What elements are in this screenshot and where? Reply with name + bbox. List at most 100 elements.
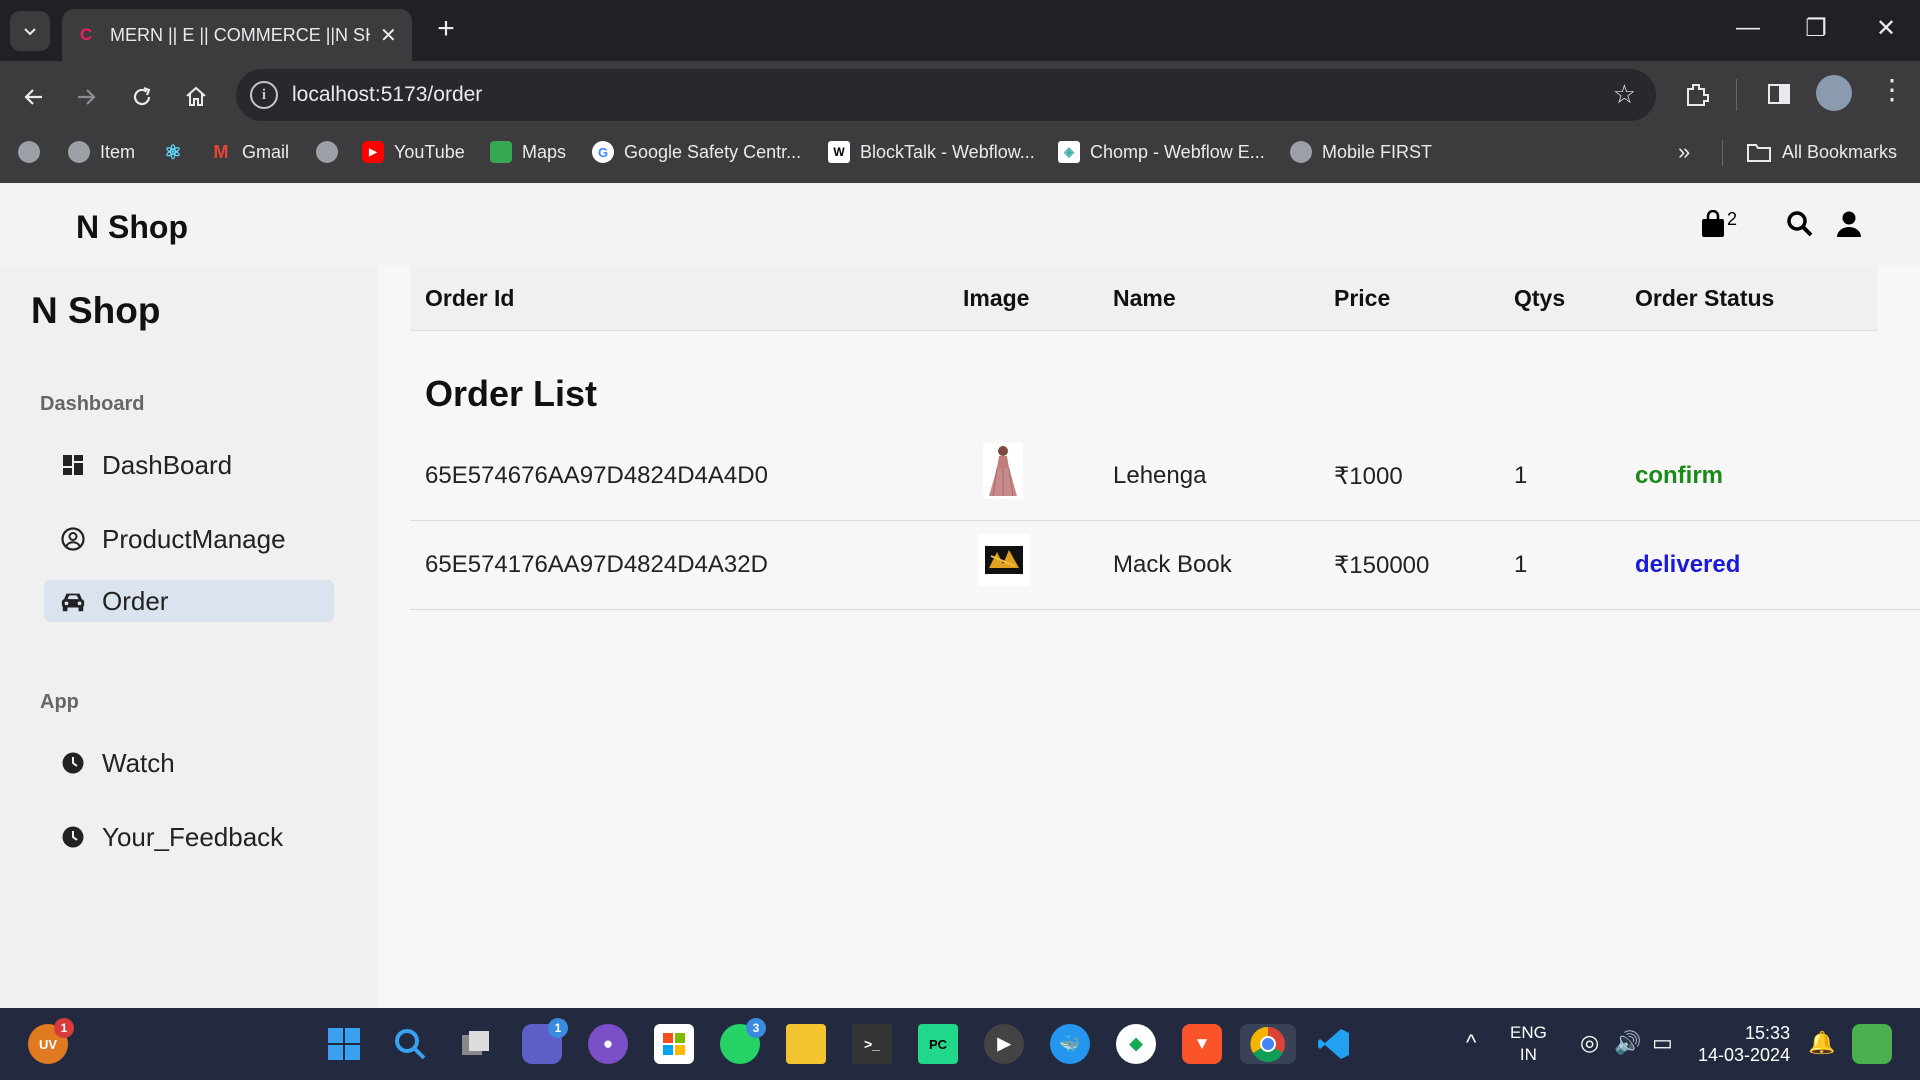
bookmark-google-safety[interactable]: G Google Safety Centr... — [592, 130, 801, 174]
region-code: IN — [1519, 1045, 1537, 1064]
sidebar-item-dashboard[interactable]: DashBoard — [44, 444, 334, 486]
sidebar-item-label: ProductManage — [102, 523, 286, 554]
terminal-icon[interactable]: >_ — [852, 1024, 892, 1064]
bookmark-label: YouTube — [394, 141, 465, 162]
chevron-up-icon[interactable]: ^ — [1466, 1030, 1476, 1056]
time-text: 15:33 — [1745, 1023, 1791, 1043]
new-tab-button[interactable]: + — [430, 14, 462, 46]
bookmark-chomp[interactable]: ◈ Chomp - Webflow E... — [1058, 130, 1265, 174]
browser-tab[interactable]: C MERN || E || COMMERCE ||N SHOP ✕ — [62, 9, 412, 61]
profile-avatar[interactable] — [1816, 75, 1852, 111]
bookmark-1[interactable] — [18, 130, 50, 174]
column-header-qtys: Qtys — [1514, 285, 1566, 311]
bookmark-maps[interactable]: Maps — [490, 130, 566, 174]
google-icon: G — [592, 141, 614, 163]
task-view-icon[interactable] — [456, 1024, 496, 1064]
forward-button[interactable] — [68, 79, 104, 115]
clock[interactable]: 15:33 14-03-2024 — [1698, 1022, 1790, 1066]
media-player-icon[interactable]: ▶ — [984, 1024, 1024, 1064]
notification-badge: 1 — [548, 1018, 568, 1038]
bookmark-label: Google Safety Centr... — [624, 141, 802, 162]
tab-close-icon[interactable]: ✕ — [380, 23, 397, 48]
back-button[interactable] — [16, 79, 52, 115]
browser-toolbar: i localhost:5173/order ☆ ⋮ — [0, 61, 1920, 130]
minimize-icon[interactable]: — — [1728, 14, 1768, 42]
all-bookmarks[interactable]: All Bookmarks — [1746, 130, 1897, 174]
notification-badge: 3 — [746, 1018, 766, 1038]
address-bar[interactable]: i localhost:5173/order ☆ — [236, 69, 1656, 121]
arrow-left-icon — [24, 89, 42, 105]
restore-icon[interactable]: ❐ — [1796, 14, 1836, 43]
teams-icon[interactable]: 1 — [522, 1018, 568, 1064]
microsoft-store-icon[interactable] — [654, 1024, 694, 1064]
bookmark-blocktalk[interactable]: W BlockTalk - Webflow... — [828, 130, 1035, 174]
sidebar-item-order[interactable]: Order — [44, 580, 334, 622]
pycharm-icon[interactable]: PC — [918, 1024, 958, 1064]
tab-favicon-icon: C — [79, 25, 93, 44]
maps-icon — [490, 141, 512, 163]
sidebar-item-productmanage[interactable]: ProductManage — [44, 518, 334, 560]
volume-icon[interactable]: 🔊 — [1614, 1030, 1641, 1056]
user-avatar-icon[interactable]: UV 1 — [28, 1018, 74, 1064]
notification-bell-icon[interactable]: 🔔 — [1808, 1030, 1835, 1056]
extensions-icon[interactable] — [1682, 79, 1712, 114]
menu-kebab-icon[interactable]: ⋮ — [1878, 73, 1906, 106]
globe-icon — [1290, 141, 1312, 163]
cart-count: 2 — [1727, 209, 1738, 229]
network-icon[interactable]: ◎ — [1580, 1030, 1599, 1056]
bookmarks-bar: Item ⚛ M Gmail ▶ YouTube Maps G Google Safe… — [0, 130, 1920, 183]
bookmark-youtube[interactable]: ▶ YouTube — [362, 130, 465, 174]
sidebar-section-dashboard: Dashboard — [40, 393, 145, 415]
whatsapp-icon[interactable]: 3 — [720, 1018, 766, 1064]
bookmark-item[interactable]: Item — [68, 130, 135, 174]
product-image-lehenga — [983, 443, 1023, 499]
bookmark-mobile-first[interactable]: Mobile FIRST — [1290, 130, 1432, 174]
sidebar: N Shop Dashboard DashBoard ProductManage… — [0, 266, 378, 1008]
price-cell: ₹1000 — [1334, 463, 1403, 490]
brave-icon[interactable]: ▼ — [1182, 1024, 1222, 1064]
chrome-icon[interactable] — [1240, 1024, 1296, 1064]
reload-button[interactable] — [124, 79, 160, 115]
date-text: 14-03-2024 — [1698, 1045, 1791, 1065]
sidebar-item-watch[interactable]: Watch — [44, 742, 334, 784]
bookmark-globe[interactable] — [316, 130, 348, 174]
tab-search-button[interactable] — [10, 11, 50, 51]
home-button[interactable] — [178, 79, 214, 115]
clock-icon — [60, 750, 86, 776]
qty-cell: 1 — [1514, 462, 1528, 489]
app-root: N Shop 2 N Shop Dashboard DashBoard Prod… — [0, 183, 1920, 1008]
search-taskbar-icon[interactable] — [390, 1024, 430, 1064]
sidebar-item-label: DashBoard — [102, 449, 233, 480]
file-explorer-icon[interactable] — [786, 1024, 826, 1064]
youtube-icon: ▶ — [362, 141, 384, 163]
avatar-initials: UV — [38, 1036, 58, 1052]
language-indicator[interactable]: ENG IN — [1510, 1022, 1547, 1066]
close-window-icon[interactable]: ✕ — [1866, 14, 1906, 43]
copilot-icon[interactable] — [1852, 1024, 1892, 1064]
header-brand[interactable]: N Shop — [76, 209, 188, 246]
battery-icon[interactable]: ▭ — [1652, 1030, 1673, 1056]
github-icon[interactable]: ● — [588, 1024, 628, 1064]
sidebar-item-your-feedback[interactable]: Your_Feedback — [44, 816, 334, 858]
site-info-icon[interactable]: i — [250, 81, 278, 109]
car-icon — [60, 588, 86, 614]
bookmark-gmail[interactable]: M Gmail — [210, 130, 290, 174]
vscode-icon[interactable] — [1314, 1024, 1354, 1064]
bookmark-star-icon[interactable]: ☆ — [1613, 79, 1636, 110]
windows-start-icon[interactable] — [324, 1024, 364, 1064]
search-icon[interactable] — [1786, 210, 1814, 243]
user-icon[interactable] — [1835, 210, 1863, 243]
bookmark-react[interactable]: ⚛ — [162, 130, 194, 174]
app-header: N Shop 2 — [0, 183, 1920, 266]
column-header-order-status: Order Status — [1635, 285, 1775, 311]
shopping-bag-icon[interactable] — [1700, 209, 1726, 243]
column-header-image: Image — [963, 285, 1030, 311]
side-panel-icon[interactable] — [1764, 79, 1794, 114]
notification-badge: 1 — [54, 1018, 74, 1038]
url-text[interactable]: localhost:5173/order — [292, 83, 482, 107]
mongodb-icon[interactable]: ◆ — [1116, 1024, 1156, 1064]
order-status-cell: delivered — [1635, 551, 1741, 578]
docker-icon[interactable]: 🐳 — [1050, 1024, 1090, 1064]
windows-taskbar: UV 1 1 ● 3 >_ PC ▶ 🐳 ◆ ▼ ^ ENG IN ◎ 🔊 ▭ … — [0, 1008, 1920, 1080]
more-bookmarks-icon[interactable]: » — [1678, 130, 1690, 174]
